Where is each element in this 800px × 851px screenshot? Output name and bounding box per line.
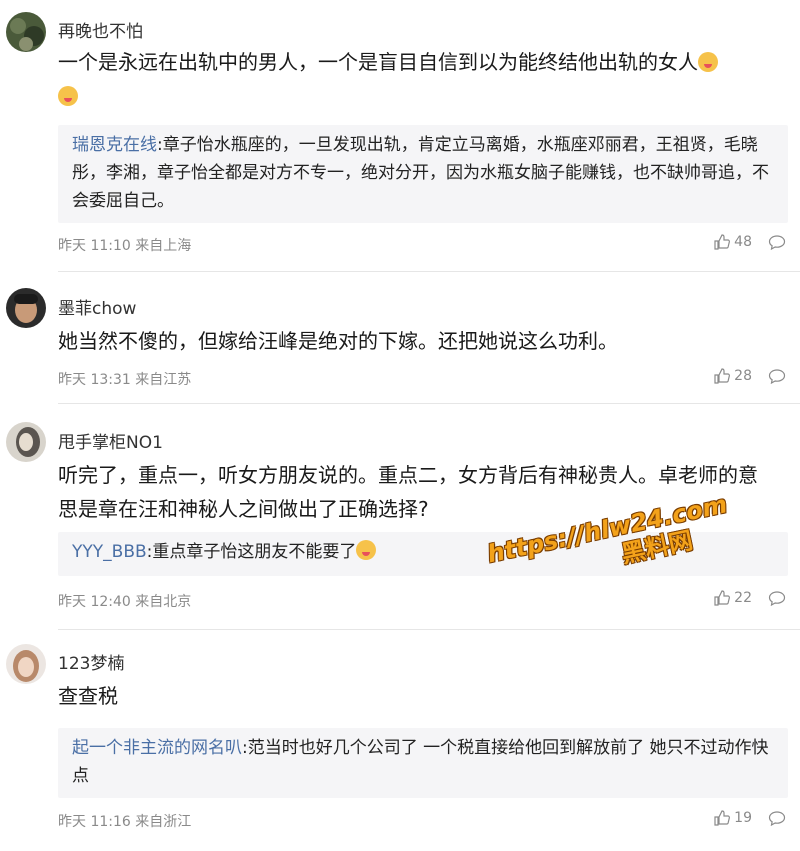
thumbs-up-icon [714, 368, 731, 384]
like-count: 19 [734, 810, 752, 826]
avatar[interactable] [6, 12, 46, 52]
crying-emoji-icon [356, 540, 377, 560]
yum-emoji-icon [58, 86, 78, 106]
reply-bubble-icon[interactable] [768, 234, 786, 250]
thumbs-up-icon [714, 234, 731, 250]
comment-2: 墨菲chow 她当然不傻的，但嫁给汪峰是绝对的下嫁。还把她说这么功利。 昨天 1… [0, 272, 800, 404]
reply-box[interactable]: 起一个非主流的网名叭:范当时也好几个公司了 一个税直接给他回到解放前了 她只不过… [58, 728, 788, 798]
comment-text: 她当然不傻的，但嫁给汪峰是绝对的下嫁。还把她说这么功利。 [58, 329, 618, 353]
comment-actions: 22 [714, 590, 786, 606]
comment-actions: 19 [714, 810, 786, 826]
comment-1: 再晚也不怕 一个是永远在出轨中的男人，一个是盲目自信到以为能终结他出轨的女人 瑞… [0, 0, 800, 272]
thumbs-up-icon [714, 590, 731, 606]
like-button[interactable]: 19 [714, 810, 752, 826]
avatar[interactable] [6, 422, 46, 462]
like-count: 28 [734, 368, 752, 384]
avatar[interactable] [6, 288, 46, 328]
reply-text: :重点章子怡这朋友不能要了 [146, 542, 357, 562]
reply-text: :章子怡水瓶座的，一旦发现出轨，肯定立马离婚，水瓶座邓丽君，王祖贤，毛晓彤，李湘… [72, 135, 769, 211]
yum-emoji-icon [698, 52, 718, 72]
username[interactable]: 再晚也不怕 [58, 17, 143, 42]
comment-actions: 28 [714, 368, 786, 384]
thumbs-up-icon [714, 810, 731, 826]
reply-bubble-icon[interactable] [768, 368, 786, 384]
like-count: 48 [734, 234, 752, 250]
reply-bubble-icon[interactable] [768, 590, 786, 606]
reply-box[interactable]: 瑞恩克在线:章子怡水瓶座的，一旦发现出轨，肯定立马离婚，水瓶座邓丽君，王祖贤，毛… [58, 125, 788, 223]
avatar[interactable] [6, 644, 46, 684]
comment-meta: 昨天 11:10 来自上海 [58, 238, 192, 254]
comment-text: 一个是永远在出轨中的男人，一个是盲目自信到以为能终结他出轨的女人 [58, 45, 770, 113]
comment-4: 123梦楠 查查税 起一个非主流的网名叭:范当时也好几个公司了 一个税直接给他回… [0, 630, 800, 851]
comment-meta: 昨天 13:31 来自江苏 [58, 372, 192, 388]
reply-bubble-icon[interactable] [768, 810, 786, 826]
like-button[interactable]: 22 [714, 590, 752, 606]
like-button[interactable]: 28 [714, 368, 752, 384]
like-count: 22 [734, 590, 752, 606]
username[interactable]: 甩手掌柜NO1 [58, 428, 163, 453]
comment-text: 查查税 [58, 684, 118, 708]
comment-meta: 昨天 12:40 来自北京 [58, 594, 192, 610]
username[interactable]: 墨菲chow [58, 294, 136, 319]
reply-username[interactable]: 瑞恩克在线 [72, 135, 157, 155]
comment-meta: 昨天 11:16 来自浙江 [58, 814, 192, 830]
reply-username[interactable]: YYY_BBB [72, 542, 147, 562]
reply-username[interactable]: 起一个非主流的网名叭 [72, 738, 242, 758]
username[interactable]: 123梦楠 [58, 649, 124, 674]
like-button[interactable]: 48 [714, 234, 752, 250]
comment-actions: 48 [714, 234, 786, 250]
